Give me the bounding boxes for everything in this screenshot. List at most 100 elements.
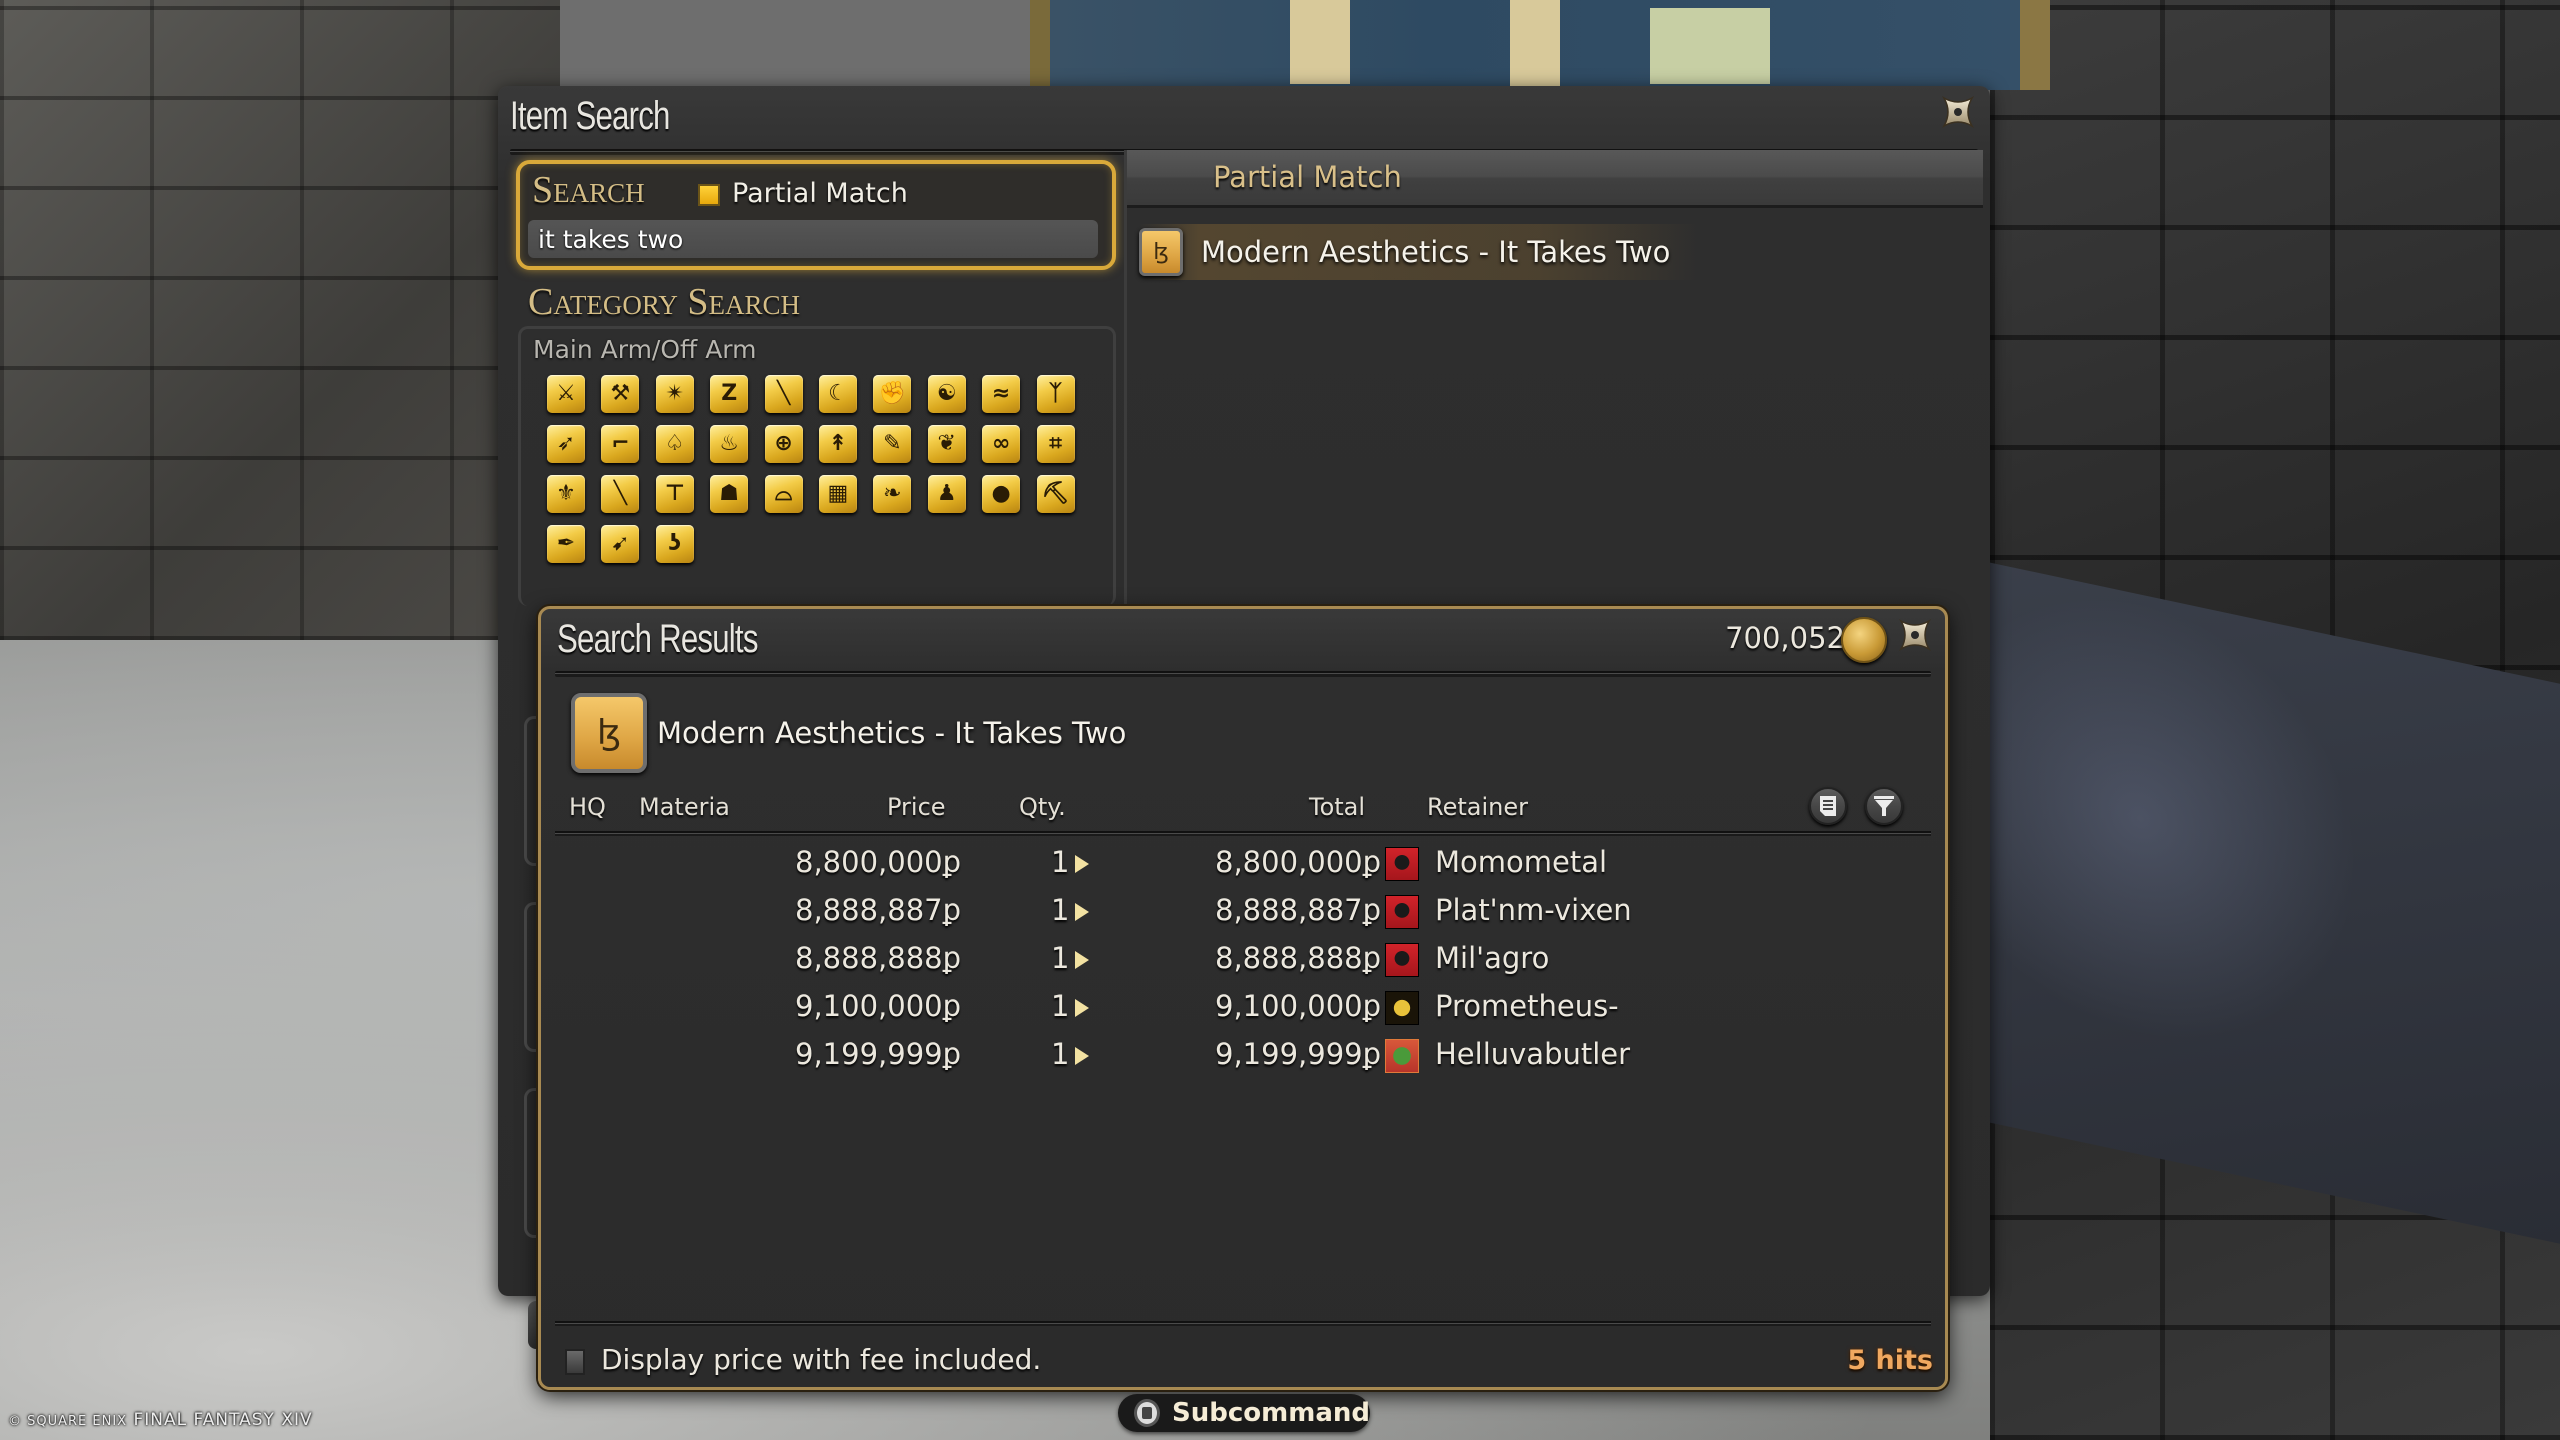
table-row[interactable]: 8,888,888ꝑ 1 8,888,888ꝑ Mil'agro [541, 935, 1945, 983]
listing-quantity: 1 [1051, 1037, 1070, 1071]
arcanists-grimoire-icon[interactable]: ∞ [982, 425, 1021, 463]
category-panel: Main Arm/Off Arm ⚔ ⚒ ✴ Z ╲ ☾ ✊ ☯ ≈ ᛉ ➶ ⌐ ♤ ♨ ⊕ ↟ ✎ ❦ ∞ ⌗ ⚜ ╲ ⊤… [518, 326, 1116, 779]
search-section: Search Partial Match [516, 160, 1116, 270]
gunbreakers-arm-icon[interactable]: Z [710, 375, 749, 413]
botanists-tool-icon[interactable]: ⛏ [1036, 475, 1075, 513]
history-button[interactable] [1809, 787, 1847, 825]
column-header-hq[interactable]: HQ [569, 793, 606, 821]
search-heading: Search [532, 169, 645, 211]
search-input[interactable] [528, 220, 1098, 258]
table-row[interactable]: 9,100,000ꝑ 1 9,100,000ꝑ Prometheus- [541, 983, 1945, 1031]
column-header-price[interactable]: Price [887, 793, 946, 821]
samurais-arm-icon[interactable]: ☯ [927, 375, 966, 413]
play-arrow-icon [1075, 1047, 1089, 1065]
close-button[interactable] [1938, 92, 1978, 132]
gladiators-arm-icon[interactable]: ⚔ [547, 375, 585, 413]
listing-retainer: Prometheus- [1435, 989, 1619, 1023]
publisher-logo: © SQUARE ENIX [8, 1414, 128, 1429]
close-button[interactable] [1895, 615, 1935, 655]
culinarians-tool-icon[interactable]: ♟ [927, 475, 966, 513]
game-logo: © SQUARE ENIX FINAL FANTASY XIV [8, 1410, 313, 1430]
controller-button-icon [1134, 1399, 1161, 1427]
match-results-header: Partial Match [1127, 150, 1983, 208]
board-notice [1510, 0, 1560, 86]
one-handed-thaumaturges-arm-icon[interactable]: ♨ [710, 425, 749, 463]
fee-included-label: Display price with fee included. [601, 1343, 1042, 1376]
match-list-item[interactable]: ɮ Modern Aesthetics - It Takes Two [1139, 224, 1979, 280]
listing-retainer: Helluvabutler [1435, 1037, 1631, 1071]
leatherworkers-tool-icon[interactable]: ⌓ [764, 475, 803, 513]
rogues-arm-icon[interactable]: ≈ [982, 375, 1021, 413]
conjurers-arm-icon[interactable]: ❦ [927, 425, 966, 463]
document-icon [1820, 796, 1836, 816]
listing-total: 9,100,000ꝑ [1215, 989, 1381, 1023]
carpenters-tool-icon[interactable]: ⚜ [547, 475, 585, 513]
listing-total: 9,199,999ꝑ [1215, 1037, 1381, 1071]
match-results-header-label: Partial Match [1213, 160, 1402, 194]
weavers-tool-icon[interactable]: ▦ [818, 475, 857, 513]
subcommand-hint[interactable]: Subcommand [1118, 1394, 1370, 1432]
gil-amount: 700,052 [1725, 621, 1845, 655]
title-divider [555, 671, 1931, 677]
pugilists-arm-icon[interactable]: ✊ [873, 375, 912, 413]
column-header-materia[interactable]: Materia [639, 793, 730, 821]
machinists-arm-icon[interactable]: ⌐ [601, 425, 640, 463]
goldsmiths-tool-icon[interactable]: ☗ [710, 475, 749, 513]
selected-item: ɮ Modern Aesthetics - It Takes Two [571, 693, 1126, 773]
pictomancers-arm-icon[interactable]: ✎ [873, 425, 912, 463]
close-icon [1898, 618, 1932, 652]
fishing-tackle-icon[interactable]: ➹ [601, 525, 640, 563]
header-divider [555, 831, 1931, 836]
alchemists-tool-icon[interactable]: ❧ [873, 475, 912, 513]
green-serpent-emblem-icon [1385, 1039, 1419, 1073]
reapers-arm-icon[interactable]: ☾ [818, 375, 857, 413]
gil-coin-icon [1841, 617, 1887, 663]
red-gridania-emblem-icon [1385, 895, 1419, 929]
listing-total: 8,888,888ꝑ [1215, 941, 1381, 975]
column-header-qty[interactable]: Qty. [1019, 793, 1066, 821]
dancers-arm-icon[interactable]: ♤ [655, 425, 694, 463]
listing-total: 8,800,000ꝑ [1215, 845, 1381, 879]
armorers-tool-icon[interactable]: ⊤ [655, 475, 694, 513]
category-label: Main Arm/Off Arm [533, 335, 757, 364]
category-icon-grid: ⚔ ⚒ ✴ Z ╲ ☾ ✊ ☯ ≈ ᛉ ➶ ⌐ ♤ ♨ ⊕ ↟ ✎ ❦ ∞ ⌗ ⚜ ╲ ⊤ ☗ ⌓ ▦ ❧ ♟ ● ⛏ ✒ ➹ ʖ [547, 375, 1107, 563]
sages-arm-icon[interactable]: ⌗ [1036, 425, 1075, 463]
listing-price: 9,100,000ꝑ [795, 989, 961, 1023]
lancers-arm-icon[interactable]: ╲ [764, 375, 803, 413]
table-row[interactable]: 8,800,000⁠ꝑ 1 8,800,000ꝑ Momometal [541, 839, 1945, 887]
footer-divider [555, 1321, 1931, 1326]
listing-price: 9,199,999ꝑ [795, 1037, 961, 1071]
fisher-secondary-icon[interactable]: ʖ [655, 525, 694, 563]
fishers-tool-icon[interactable]: ✒ [547, 525, 585, 563]
filter-icon [1874, 796, 1894, 816]
window-title: Search Results [557, 617, 758, 661]
vipers-arm-icon[interactable]: ᛉ [1036, 375, 1075, 413]
match-item-name: Modern Aesthetics - It Takes Two [1201, 235, 1671, 269]
selected-item-name: Modern Aesthetics - It Takes Two [657, 716, 1127, 750]
marauders-arm-icon[interactable]: ⚒ [601, 375, 640, 413]
archers-arm-icon[interactable]: ➶ [547, 425, 585, 463]
stone-wall-left [0, 0, 560, 640]
column-header-retainer[interactable]: Retainer [1427, 793, 1528, 821]
red-mages-arm-icon[interactable]: ↟ [818, 425, 857, 463]
partial-match-checkbox[interactable] [698, 184, 720, 206]
blacksmiths-tool-icon[interactable]: ╲ [601, 475, 640, 513]
two-handed-thaumaturges-arm-icon[interactable]: ⊕ [764, 425, 803, 463]
hits-count: 5 hits [1847, 1345, 1933, 1376]
subcommand-label: Subcommand [1172, 1398, 1370, 1428]
envelope-item-icon: ɮ [1139, 228, 1183, 276]
play-arrow-icon [1075, 951, 1089, 969]
dark-knights-arm-icon[interactable]: ✴ [655, 375, 694, 413]
listing-retainer: Momometal [1435, 845, 1608, 879]
table-row[interactable]: 9,199,999ꝑ 1 9,199,999ꝑ Helluvabutler [541, 1031, 1945, 1079]
category-search-heading: Category Search [528, 281, 800, 323]
envelope-item-icon: ɮ [571, 693, 647, 773]
listing-quantity: 1 [1051, 845, 1070, 879]
table-row[interactable]: 8,888,887ꝑ 1 8,888,887ꝑ Plat'nm-vixen [541, 887, 1945, 935]
miners-tool-icon[interactable]: ● [982, 475, 1021, 513]
column-header-total[interactable]: Total [1309, 793, 1365, 821]
fee-included-checkbox[interactable] [565, 1349, 585, 1375]
listing-quantity: 1 [1051, 989, 1070, 1023]
board-notice [1290, 0, 1350, 84]
filter-button[interactable] [1865, 787, 1903, 825]
